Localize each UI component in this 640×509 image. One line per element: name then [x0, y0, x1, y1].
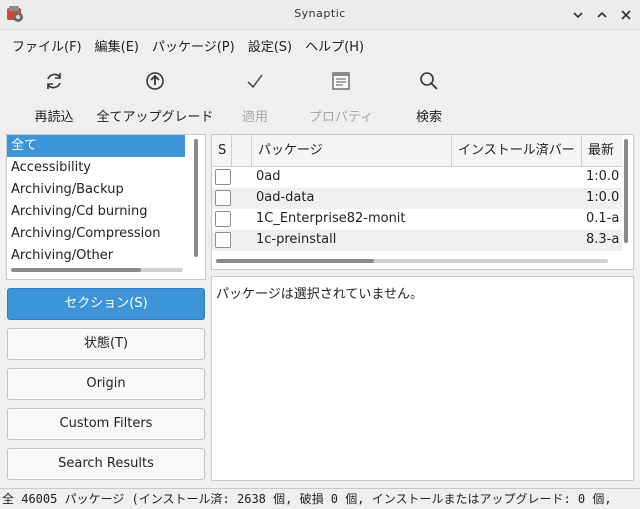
- search-label: 検索: [415, 110, 442, 125]
- reload-label: 再読込: [34, 110, 74, 125]
- package-name: 0ad: [256, 169, 281, 184]
- section-item[interactable]: Archiving/Compression: [7, 223, 205, 245]
- column-header-latest-version[interactable]: 最新: [582, 135, 622, 167]
- package-table-horizontal-scrollbar[interactable]: [216, 259, 374, 263]
- status-filter-button[interactable]: 状態(T): [7, 328, 205, 360]
- apply-label: 適用: [241, 110, 268, 125]
- close-icon[interactable]: [616, 5, 636, 25]
- properties-icon: [304, 68, 378, 94]
- menu-help[interactable]: ヘルプ(H): [299, 32, 370, 56]
- minimize-icon[interactable]: [568, 5, 588, 25]
- upgrade-icon: [94, 68, 216, 94]
- custom-filters-button[interactable]: Custom Filters: [7, 408, 205, 440]
- section-list-vertical-scrollbar[interactable]: [194, 139, 198, 257]
- title-bar: Synaptic: [0, 0, 640, 30]
- package-checkbox[interactable]: [215, 190, 231, 206]
- origin-filter-button[interactable]: Origin: [7, 368, 205, 400]
- package-checkbox[interactable]: [215, 169, 231, 185]
- section-item[interactable]: Accessibility: [7, 157, 205, 179]
- section-item[interactable]: Archiving/Cd burning: [7, 201, 205, 223]
- menu-bar: ファイル(F) 編集(E) パッケージ(P) 設定(S) ヘルプ(H): [0, 32, 640, 56]
- upgrade-all-button[interactable]: 全てアップグレード: [94, 68, 216, 125]
- status-bar: 全 46005 パッケージ (インストール済: 2638 個, 破損 0 個, …: [0, 488, 640, 509]
- section-item-all[interactable]: 全て: [7, 135, 185, 157]
- table-row[interactable]: 0ad-data 1:0.0: [212, 188, 622, 209]
- package-name: 1c-preinstall: [256, 232, 337, 247]
- package-table-vertical-scrollbar[interactable]: [624, 139, 628, 243]
- section-item[interactable]: Archiving/Other: [7, 245, 205, 267]
- properties-button[interactable]: プロパティ: [304, 68, 378, 125]
- menu-file[interactable]: ファイル(F): [6, 32, 88, 56]
- package-name: 1C_Enterprise82-monit: [256, 211, 406, 226]
- package-latest-version: 1:0.0: [586, 169, 620, 184]
- status-bar-text: 全 46005 パッケージ (インストール済: 2638 個, 破損 0 個, …: [2, 492, 612, 506]
- column-header-status[interactable]: S: [212, 135, 232, 167]
- upgrade-all-label: 全てアップグレード: [96, 110, 214, 125]
- apply-button[interactable]: 適用: [236, 68, 274, 125]
- section-list-horizontal-scrollbar[interactable]: [11, 268, 141, 272]
- checkmark-icon: [236, 68, 274, 94]
- package-latest-version: 0.1-a: [586, 211, 620, 226]
- column-header-installed-version[interactable]: インストール済バー: [452, 135, 582, 167]
- properties-label: プロパティ: [308, 110, 374, 125]
- package-latest-version: 8.3-a: [586, 232, 620, 247]
- column-header-blank[interactable]: [232, 135, 252, 167]
- search-icon: [412, 68, 446, 94]
- reload-button[interactable]: 再読込: [30, 68, 78, 125]
- menu-settings[interactable]: 設定(S): [242, 32, 298, 56]
- reload-icon: [30, 68, 78, 94]
- menu-package[interactable]: パッケージ(P): [146, 32, 241, 56]
- package-table-header: S パッケージ インストール済バー 最新: [212, 135, 622, 167]
- toolbar: 再読込 全てアップグレード 適用 プロパティ 検索: [0, 60, 640, 125]
- package-description-pane: パッケージは選択されていません。: [211, 276, 634, 481]
- maximize-icon[interactable]: [592, 5, 612, 25]
- package-checkbox[interactable]: [215, 232, 231, 248]
- sections-filter-button[interactable]: セクション(S): [7, 288, 205, 320]
- package-description-text: パッケージは選択されていません。: [216, 287, 423, 302]
- package-table: S パッケージ インストール済バー 最新 0ad 1:0.0 0ad-data …: [211, 134, 634, 270]
- table-row[interactable]: 0ad 1:0.0: [212, 167, 622, 188]
- section-list: 全て Accessibility Archiving/Backup Archiv…: [6, 134, 206, 280]
- search-button[interactable]: 検索: [412, 68, 446, 125]
- search-results-button[interactable]: Search Results: [7, 448, 205, 480]
- window-title: Synaptic: [294, 7, 346, 20]
- package-latest-version: 1:0.0: [586, 190, 620, 205]
- table-row[interactable]: 1C_Enterprise82-monit 0.1-a: [212, 209, 622, 230]
- menu-edit[interactable]: 編集(E): [89, 32, 145, 56]
- column-header-package[interactable]: パッケージ: [252, 135, 452, 167]
- table-row[interactable]: 1c-preinstall 8.3-a: [212, 230, 622, 251]
- package-name: 0ad-data: [256, 190, 315, 205]
- section-item[interactable]: Archiving/Backup: [7, 179, 205, 201]
- package-checkbox[interactable]: [215, 211, 231, 227]
